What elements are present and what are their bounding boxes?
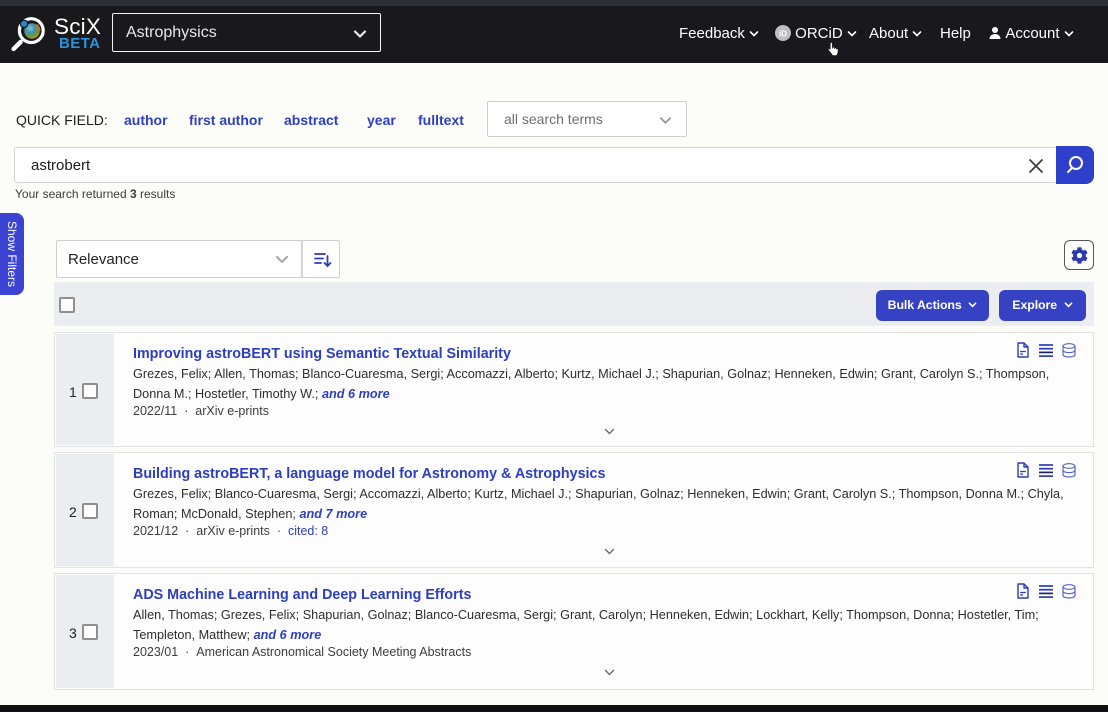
svg-text:iD: iD: [779, 30, 787, 39]
